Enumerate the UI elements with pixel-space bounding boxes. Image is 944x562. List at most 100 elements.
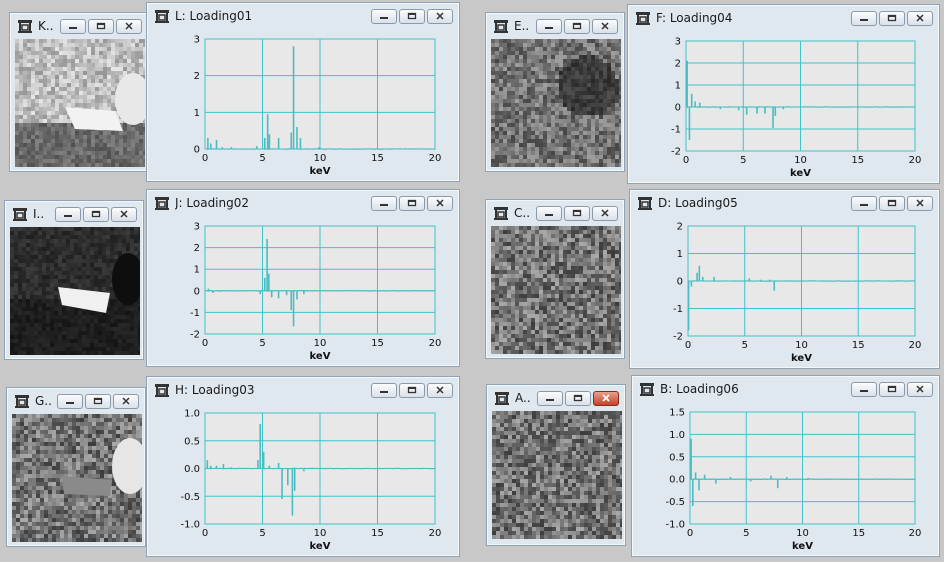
close-button[interactable]	[907, 195, 933, 211]
minimize-button[interactable]	[371, 195, 397, 211]
micrograph-image	[491, 39, 621, 167]
minimize-icon	[380, 391, 388, 393]
minimize-button[interactable]	[536, 205, 562, 221]
y-tick-label: -2	[671, 147, 681, 158]
spectrum-baseline	[204, 467, 436, 470]
restore-button[interactable]	[879, 381, 905, 397]
spectrum-chart: 0 5 10 15 203210-1-2keV	[190, 222, 441, 363]
spectrum-window-loading04[interactable]: F: Loading04 0 5 10 15 20 3 2 1 0 -1 -2 keV	[627, 4, 940, 184]
restore-icon	[93, 397, 103, 405]
minimize-button[interactable]	[537, 390, 563, 406]
spectrum-plot[interactable]: 0 5 10 15 20 3 2 1 0 -1 -2 keV	[147, 216, 459, 366]
y-tick-label: 1.5	[669, 408, 685, 419]
restore-icon	[91, 210, 101, 218]
titlebar[interactable]: D: Loading05	[630, 190, 939, 216]
image-window-a[interactable]: A..	[486, 384, 626, 546]
image-window-e[interactable]: E..	[485, 12, 625, 172]
minimize-button[interactable]	[851, 10, 877, 26]
x-tick-label: 10	[314, 528, 327, 539]
minimize-icon	[545, 214, 553, 216]
titlebar[interactable]: A..	[487, 385, 625, 411]
restore-button[interactable]	[85, 393, 111, 409]
titlebar[interactable]: G..	[7, 388, 145, 414]
close-button[interactable]	[116, 18, 142, 34]
close-button[interactable]	[592, 205, 618, 221]
close-button[interactable]	[427, 382, 453, 398]
titlebar[interactable]: F: Loading04	[628, 5, 939, 31]
restore-button[interactable]	[399, 195, 425, 211]
minimize-button[interactable]	[371, 382, 397, 398]
titlebar[interactable]: B: Loading06	[632, 376, 939, 402]
y-tick-label: 0	[194, 286, 200, 297]
x-axis-label: keV	[310, 351, 331, 362]
spectrum-window-loading02[interactable]: J: Loading02 0 5 10 15 20 3 2 1 0 -1 -2 keV	[146, 189, 460, 367]
spectrum-baseline	[689, 478, 916, 481]
x-axis-label: keV	[790, 168, 811, 179]
titlebar[interactable]: L: Loading01	[147, 3, 459, 29]
restore-button[interactable]	[879, 195, 905, 211]
x-tick-label: 20	[429, 528, 442, 539]
spectrum-baseline	[205, 148, 435, 150]
x-tick-label: 15	[371, 338, 384, 349]
spectrum-window-loading03[interactable]: H: Loading03 0 5 10 15 20 1.0 0.5 0.0 -0.5 -1.0 ke…	[146, 376, 460, 557]
minimize-button[interactable]	[60, 18, 86, 34]
spectrum-window-loading05[interactable]: D: Loading05 0 5 10 15 20 2 1 0 -1 -2 keV	[629, 189, 940, 369]
y-tick-label: 2	[194, 243, 200, 254]
x-tick-label: 10	[314, 338, 327, 349]
close-button[interactable]	[907, 10, 933, 26]
x-tick-label: 15	[852, 340, 865, 351]
restore-button[interactable]	[879, 10, 905, 26]
microscope-icon	[153, 381, 171, 399]
spectrum-window-loading01[interactable]: L: Loading01 0 5 10 15 20 3 2 1 0 keV	[146, 2, 460, 182]
minimize-button[interactable]	[57, 393, 83, 409]
micrograph-image	[491, 226, 621, 354]
close-button[interactable]	[113, 393, 139, 409]
micrograph-k	[15, 39, 145, 167]
micrograph-e	[491, 39, 621, 167]
image-window-i[interactable]: I..	[4, 200, 144, 360]
spectrum-plot[interactable]: 0 5 10 15 20 3 2 1 0 keV	[147, 29, 459, 181]
minimize-button[interactable]	[536, 18, 562, 34]
close-button[interactable]	[907, 381, 933, 397]
spectrum-plot[interactable]: 0 5 10 15 20 1.5 1.0 0.5 0.0 -0.5 -1.0 keV	[632, 402, 939, 556]
close-button[interactable]	[111, 206, 137, 222]
window-title: E..	[514, 19, 530, 33]
restore-button[interactable]	[565, 390, 591, 406]
minimize-button[interactable]	[55, 206, 81, 222]
image-window-g[interactable]: G..	[6, 387, 146, 547]
image-window-k[interactable]: K..	[9, 12, 149, 172]
restore-button[interactable]	[399, 382, 425, 398]
close-button[interactable]	[427, 8, 453, 24]
restore-button[interactable]	[88, 18, 114, 34]
window-title: A..	[515, 391, 531, 405]
spectrum-plot[interactable]: 0 5 10 15 20 1.0 0.5 0.0 -0.5 -1.0 keV	[147, 403, 459, 556]
titlebar[interactable]: C..	[486, 200, 624, 226]
x-tick-label: 10	[795, 340, 808, 351]
minimize-button[interactable]	[851, 195, 877, 211]
minimize-icon	[69, 27, 77, 29]
minimize-button[interactable]	[851, 381, 877, 397]
titlebar[interactable]: H: Loading03	[147, 377, 459, 403]
titlebar[interactable]: E..	[486, 13, 624, 39]
close-button[interactable]	[593, 390, 619, 406]
image-window-c[interactable]: C..	[485, 199, 625, 359]
spectrum-chart: 0 5 10 15 20 1.0 0.5 0.0 -0.5 -1.0 keV	[180, 409, 442, 553]
restore-button[interactable]	[564, 18, 590, 34]
restore-icon	[96, 22, 106, 30]
titlebar[interactable]: J: Loading02	[147, 190, 459, 216]
minimize-button[interactable]	[371, 8, 397, 24]
spectrum-plot[interactable]: 0 5 10 15 20 3 2 1 0 -1 -2 keV	[628, 31, 939, 183]
x-tick-label: 20	[909, 155, 922, 166]
spectrum-window-loading06[interactable]: B: Loading06 0 5 10 15 20 1.5 1.0 0.5 0.0 -0.5 -1.…	[631, 375, 940, 557]
restore-button[interactable]	[564, 205, 590, 221]
restore-button[interactable]	[83, 206, 109, 222]
close-button[interactable]	[427, 195, 453, 211]
y-tick-label: 1	[194, 108, 200, 119]
minimize-icon	[380, 204, 388, 206]
restore-button[interactable]	[399, 8, 425, 24]
titlebar[interactable]: I..	[5, 201, 143, 227]
titlebar[interactable]: K..	[10, 13, 148, 39]
spectrum-plot[interactable]: 0 5 10 15 20 2 1 0 -1 -2 keV	[630, 216, 939, 368]
close-icon	[916, 199, 924, 207]
close-button[interactable]	[592, 18, 618, 34]
